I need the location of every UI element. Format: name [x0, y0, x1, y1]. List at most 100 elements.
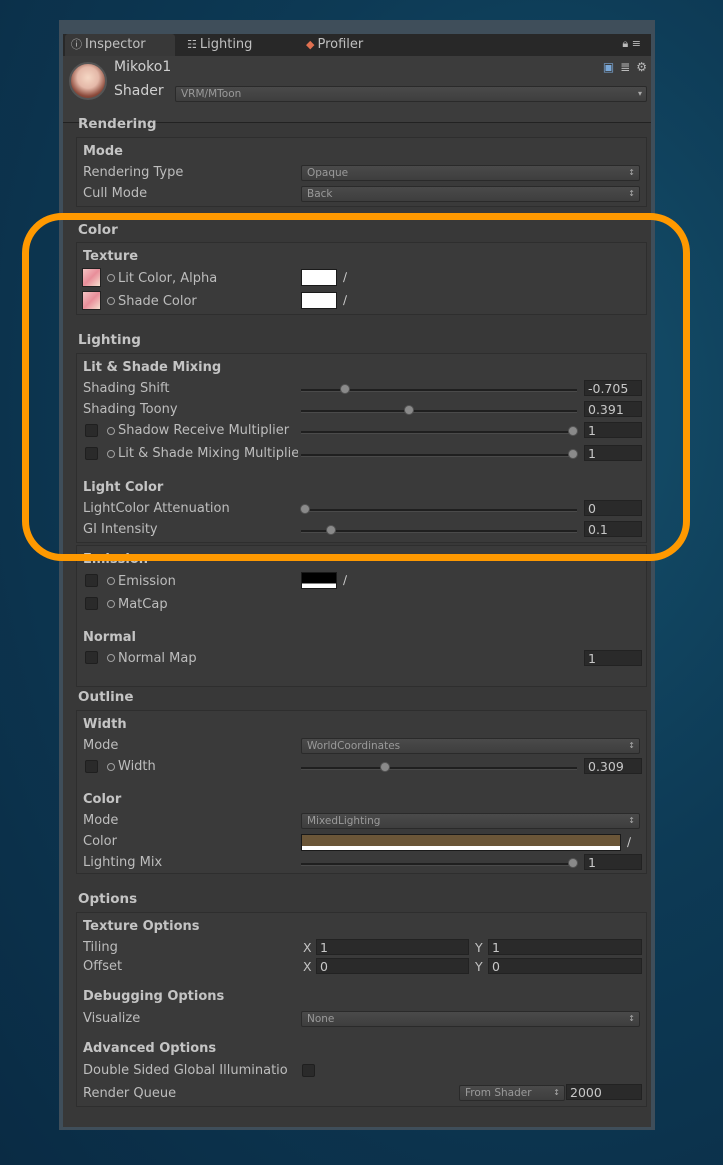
object-picker-icon[interactable] [107, 654, 115, 662]
eyedropper-icon[interactable]: ∕ [343, 573, 347, 587]
tiling-y-label: Y [475, 940, 483, 955]
shading-shift-field[interactable]: -0.705 [584, 380, 642, 396]
shadow-receive-field[interactable]: 1 [584, 422, 642, 438]
shadow-receive-tex-slot[interactable] [85, 424, 98, 437]
offset-y-label: Y [475, 959, 483, 974]
attenuation-label: LightColor Attenuation [83, 501, 230, 516]
shading-shift-slider[interactable] [301, 384, 577, 394]
tab-lighting[interactable]: ☷ Lighting [187, 34, 252, 56]
object-header: Mikoko1 ▣ ≣ ⚙ Shader VRM/MToon ▾ [63, 56, 651, 123]
shader-value: VRM/MToon [181, 88, 242, 100]
offset-x-field[interactable]: 0 [316, 958, 469, 974]
lit-color-swatch[interactable] [301, 269, 337, 286]
emission-color-swatch[interactable] [301, 572, 337, 589]
updown-icon: ↕ [553, 1088, 560, 1097]
updown-icon: ↕ [628, 816, 635, 825]
object-picker-icon[interactable] [107, 600, 115, 608]
slider-thumb[interactable] [568, 858, 578, 868]
offset-y-field[interactable]: 0 [488, 958, 642, 974]
color-mode-label: Mode [83, 813, 119, 828]
object-picker-icon[interactable] [107, 577, 115, 585]
slider-thumb[interactable] [568, 449, 578, 459]
gi-intensity-field[interactable]: 0.1 [584, 521, 642, 537]
double-sided-gi-label: Double Sided Global Illuminatio [83, 1063, 288, 1078]
width-tex-slot[interactable] [85, 760, 98, 773]
render-queue-mode-dropdown[interactable]: From Shader ↕ [459, 1085, 565, 1101]
help-book-icon[interactable]: ▣ [603, 60, 614, 74]
shade-texture-thumb[interactable] [82, 291, 101, 310]
object-picker-icon[interactable] [107, 763, 115, 771]
object-picker-icon[interactable] [107, 450, 115, 458]
gi-intensity-label: GI Intensity [83, 522, 158, 537]
shading-toony-label: Shading Toony [83, 402, 178, 417]
attenuation-field[interactable]: 0 [584, 500, 642, 516]
shader-label: Shader [114, 83, 164, 99]
lit-shade-mult-field[interactable]: 1 [584, 445, 642, 461]
object-picker-icon[interactable] [107, 297, 115, 305]
mode-title: Mode [83, 144, 123, 159]
tab-profiler[interactable]: ◆ Profiler [306, 34, 363, 56]
normal-map-label: Normal Map [118, 651, 197, 666]
render-queue-mode-value: From Shader [465, 1087, 532, 1099]
visualize-dropdown[interactable]: None ↕ [301, 1011, 640, 1027]
normal-title: Normal [83, 630, 136, 645]
matcap-tex-slot[interactable] [85, 597, 98, 610]
tab-label: Lighting [199, 37, 253, 52]
tiling-y-field[interactable]: 1 [488, 939, 642, 955]
visualize-label: Visualize [83, 1011, 141, 1026]
tiling-x-label: X [303, 940, 312, 955]
section-lighting: Lighting [78, 332, 141, 348]
width-field[interactable]: 0.309 [584, 758, 642, 774]
tab-label: Inspector [85, 37, 146, 52]
shading-toony-slider[interactable] [301, 405, 577, 415]
shading-toony-field[interactable]: 0.391 [584, 401, 642, 417]
eyedropper-icon[interactable]: ∕ [343, 293, 347, 307]
width-mode-dropdown[interactable]: WorldCoordinates ↕ [301, 738, 640, 754]
tab-menu-icon[interactable]: 🔒︎ ≡ [622, 37, 641, 51]
outline-color-label: Color [83, 834, 117, 849]
color-mode-value: MixedLighting [307, 815, 381, 827]
lit-color-label: Lit Color, Alpha [118, 271, 218, 286]
slider-thumb[interactable] [340, 384, 350, 394]
slider-thumb[interactable] [380, 762, 390, 772]
object-picker-icon[interactable] [107, 274, 115, 282]
width-slider[interactable] [301, 762, 577, 772]
emission-label: Emission [118, 574, 176, 589]
cull-mode-dropdown[interactable]: Back ↕ [301, 186, 640, 202]
lit-shade-mult-tex-slot[interactable] [85, 447, 98, 460]
width-title: Width [83, 717, 127, 732]
shadow-receive-slider[interactable] [301, 426, 578, 436]
normal-map-field[interactable]: 1 [584, 650, 642, 666]
updown-icon: ↕ [628, 741, 635, 750]
lighting-mix-slider[interactable] [301, 858, 578, 868]
tiling-x-field[interactable]: 1 [316, 939, 469, 955]
rendering-type-dropdown[interactable]: Opaque ↕ [301, 165, 640, 181]
lighting-mix-field[interactable]: 1 [584, 854, 642, 870]
slider-thumb[interactable] [568, 426, 578, 436]
tab-inspector[interactable]: ⓘ Inspector [65, 34, 175, 56]
outline-color-swatch[interactable] [301, 834, 621, 851]
lit-texture-thumb[interactable] [82, 268, 101, 287]
slider-thumb[interactable] [326, 525, 336, 535]
double-sided-gi-checkbox[interactable] [302, 1064, 315, 1077]
slider-thumb[interactable] [404, 405, 414, 415]
slider-thumb[interactable] [300, 504, 310, 514]
rendering-type-label: Rendering Type [83, 165, 184, 180]
emission-tex-slot[interactable] [85, 574, 98, 587]
preset-icon[interactable]: ≣ [620, 60, 630, 74]
gear-icon[interactable]: ⚙ [636, 60, 647, 74]
render-queue-field[interactable]: 2000 [566, 1084, 642, 1100]
header-icons: ▣ ≣ ⚙ [597, 60, 647, 74]
object-picker-icon[interactable] [107, 427, 115, 435]
color-mode-dropdown[interactable]: MixedLighting ↕ [301, 813, 640, 829]
eyedropper-icon[interactable]: ∕ [627, 835, 631, 849]
mixing-title: Lit & Shade Mixing [83, 360, 222, 375]
lit-shade-mult-slider[interactable] [301, 449, 578, 459]
normal-map-tex-slot[interactable] [85, 651, 98, 664]
eyedropper-icon[interactable]: ∕ [343, 270, 347, 284]
shader-dropdown[interactable]: VRM/MToon ▾ [175, 86, 647, 102]
attenuation-slider[interactable] [300, 504, 577, 514]
gi-intensity-slider[interactable] [301, 525, 577, 535]
section-color: Color [78, 222, 118, 238]
shade-color-swatch[interactable] [301, 292, 337, 309]
